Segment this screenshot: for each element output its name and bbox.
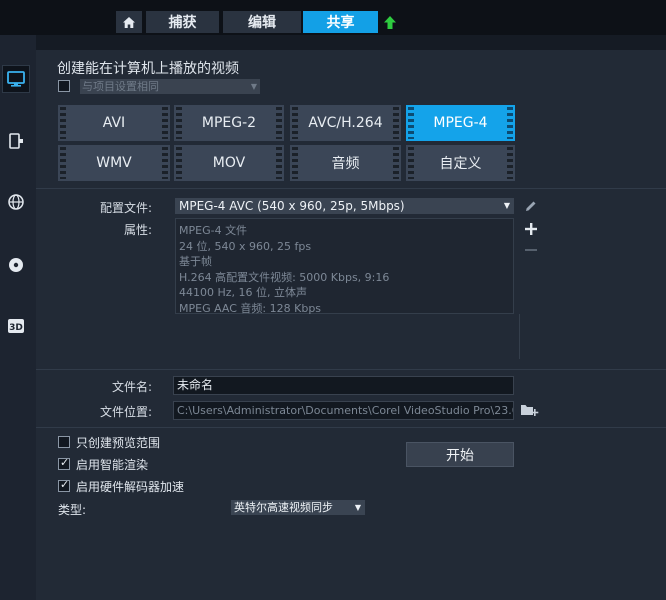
- filename-label: 文件名:: [111, 380, 152, 394]
- smart-render-checkbox[interactable]: [58, 456, 70, 470]
- page-title: 创建能在计算机上播放的视频: [57, 61, 239, 77]
- upload-button[interactable]: [380, 11, 400, 33]
- remove-profile-button[interactable]: [523, 242, 539, 258]
- tab-capture[interactable]: 捕获: [146, 11, 219, 33]
- format-avc-button[interactable]: AVC/H.264: [290, 105, 401, 141]
- top-bar: 捕获 编辑 共享: [0, 0, 666, 35]
- properties-box-frame: [175, 314, 520, 359]
- 3d-icon: 3D: [8, 319, 24, 333]
- device-output-button[interactable]: [2, 127, 30, 155]
- filename-input[interactable]: 未命名: [173, 376, 514, 395]
- property-line: 24 位, 540 x 960, 25 fps: [179, 239, 312, 253]
- same-as-project-dropdown[interactable]: 与项目设置相同 ▼: [80, 79, 260, 94]
- preview-range-checkbox[interactable]: [58, 436, 70, 448]
- tab-share[interactable]: 共享: [303, 11, 378, 33]
- start-button[interactable]: 开始: [406, 442, 514, 467]
- format-audio-button[interactable]: 音频: [290, 145, 401, 181]
- profile-dropdown[interactable]: MPEG-4 AVC (540 x 960, 25p, 5Mbps) ▼: [175, 198, 514, 214]
- location-input[interactable]: C:\Users\Administrator\Documents\Corel V…: [173, 401, 514, 420]
- add-profile-button[interactable]: [523, 221, 539, 237]
- home-icon: [123, 16, 135, 28]
- format-custom-button[interactable]: 自定义: [406, 145, 515, 181]
- chevron-down-icon: ▼: [250, 82, 257, 91]
- pencil-icon: [526, 201, 536, 211]
- folder-add-icon: [521, 405, 539, 416]
- format-wmv-button[interactable]: WMV: [58, 145, 170, 181]
- property-line: H.264 高配置文件视频: 5000 Kbps, 9:16: [179, 270, 390, 284]
- divider: [36, 188, 666, 189]
- chevron-down-icon: ▼: [354, 503, 361, 512]
- preview-range-label: 只创建预览范围: [76, 436, 161, 450]
- format-mpeg4-button[interactable]: MPEG-4: [406, 105, 515, 141]
- type-value: 英特尔高速视频同步: [234, 501, 333, 514]
- monitor-icon: [7, 71, 25, 87]
- 3d-output-button[interactable]: 3D: [2, 312, 30, 340]
- profile-label: 配置文件:: [99, 201, 152, 215]
- properties-label: 属性:: [123, 223, 152, 237]
- share-sidebar: 3D: [0, 35, 36, 600]
- property-line: 44100 Hz, 16 位, 立体声: [179, 286, 308, 299]
- location-label: 文件位置:: [99, 405, 152, 419]
- chevron-down-icon: ▼: [503, 201, 510, 210]
- same-as-project-label: 与项目设置相同: [82, 80, 159, 93]
- plus-icon: [525, 223, 537, 235]
- browse-folder-button[interactable]: [520, 401, 540, 419]
- tab-edit[interactable]: 编辑: [223, 11, 301, 33]
- hw-decoder-checkbox[interactable]: [58, 478, 70, 492]
- edit-profile-button[interactable]: [523, 198, 539, 214]
- home-tab[interactable]: [116, 11, 142, 33]
- type-label: 类型:: [58, 503, 87, 517]
- svg-text:3D: 3D: [9, 323, 23, 333]
- divider: [36, 369, 666, 370]
- disc-icon: [9, 258, 23, 272]
- properties-box: MPEG-4 文件 24 位, 540 x 960, 25 fps 基于帧 H.…: [175, 218, 514, 315]
- computer-output-button[interactable]: [2, 65, 30, 93]
- type-dropdown[interactable]: 英特尔高速视频同步 ▼: [231, 500, 365, 515]
- profile-value: MPEG-4 AVC (540 x 960, 25p, 5Mbps): [179, 199, 405, 213]
- format-mov-button[interactable]: MOV: [174, 145, 284, 181]
- share-panel: 创建能在计算机上播放的视频 与项目设置相同 ▼ AVI MPEG-2 AVC/H…: [36, 50, 666, 600]
- disc-output-button[interactable]: [2, 251, 30, 279]
- property-line: 基于帧: [179, 255, 212, 268]
- format-mpeg2-button[interactable]: MPEG-2: [174, 105, 284, 141]
- property-line: MPEG-4 文件: [179, 224, 248, 237]
- device-icon: [9, 133, 23, 149]
- minus-icon: [525, 249, 537, 251]
- same-as-project-checkbox[interactable]: [58, 80, 70, 92]
- format-avi-button[interactable]: AVI: [58, 105, 170, 141]
- web-output-button[interactable]: [2, 188, 30, 216]
- divider: [36, 427, 666, 428]
- smart-render-label: 启用智能渲染: [76, 458, 149, 472]
- hw-decoder-label: 启用硬件解码器加速: [76, 480, 185, 494]
- upload-arrow-icon: [384, 15, 396, 29]
- globe-icon: [8, 194, 24, 210]
